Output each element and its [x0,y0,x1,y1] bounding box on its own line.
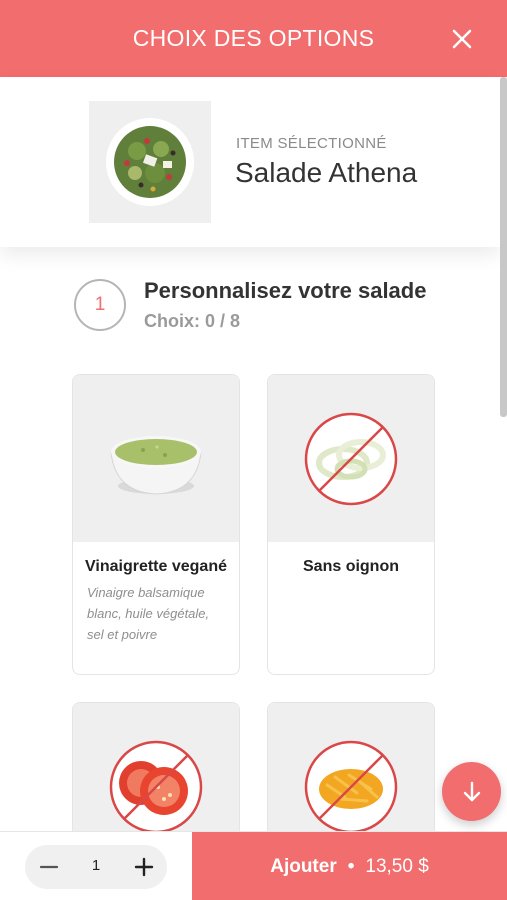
bottom-bar: 1 Ajouter • 13,50 $ [0,831,507,900]
add-to-cart-button[interactable]: Ajouter • 13,50 $ [192,832,507,900]
arrow-down-icon [463,781,480,801]
step-number-badge: 1 [74,279,126,331]
quantity-stepper: 1 [25,845,167,889]
minus-icon[interactable] [37,855,61,879]
add-button-separator: • [347,855,355,877]
option-description: Vinaigre balsamique blanc, huile végétal… [87,585,210,642]
selected-item-caption: ITEM SÉLECTIONNÉ [236,135,387,152]
no-cheese-icon [304,740,398,833]
selected-item-name: Salade Athena [235,157,418,188]
page-title: CHOIX DES OPTIONS [132,25,375,51]
no-onion-icon [304,412,398,505]
salad-bowl-icon [106,118,194,206]
option-card-vinaigrette[interactable]: Vinaigrette vegané Vinaigre balsamique b… [72,374,240,675]
close-icon[interactable] [447,24,477,54]
scroll-down-button[interactable] [442,762,501,821]
option-image [268,375,434,542]
no-tomato-icon [109,740,203,833]
add-button-label: Ajouter [270,855,337,877]
scrollbar[interactable] [500,77,507,417]
add-button-price: 13,50 $ [365,855,429,877]
step-title: Personnalisez votre salade [144,278,427,303]
plus-icon[interactable] [132,855,156,879]
step-choice-count: Choix: 0 / 8 [144,311,241,331]
option-card-sans-oignon[interactable]: Sans oignon [267,374,435,675]
option-name: Vinaigrette vegané [85,558,227,575]
option-name: Sans oignon [303,558,399,575]
dressing-bowl-icon [110,435,202,495]
option-image [73,375,239,542]
salad-thumbnail [89,101,211,223]
header-bar: CHOIX DES OPTIONS [0,0,507,77]
selected-item-card: ITEM SÉLECTIONNÉ Salade Athena [0,77,500,247]
quantity-value: 1 [91,857,101,874]
